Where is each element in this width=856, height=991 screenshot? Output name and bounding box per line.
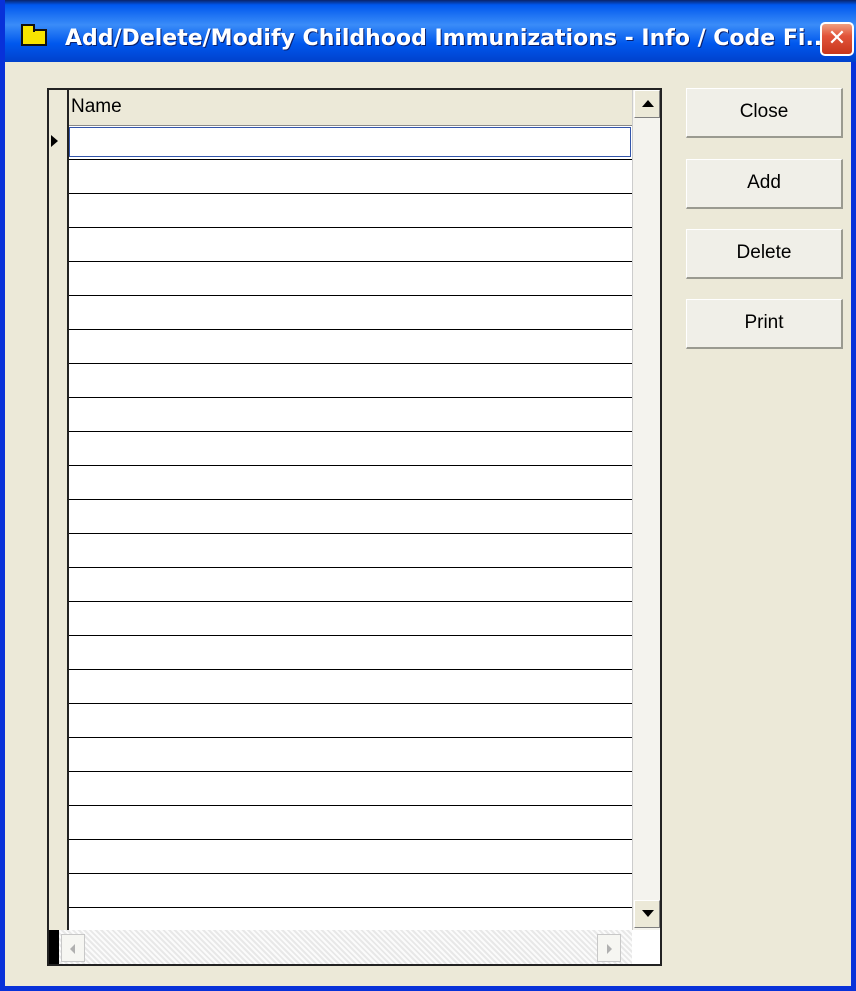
table-row[interactable]	[69, 500, 652, 534]
table-row[interactable]	[69, 704, 652, 738]
table-row[interactable]	[69, 636, 652, 670]
print-button[interactable]: Print	[686, 299, 843, 349]
immunizations-grid[interactable]: Name	[47, 88, 662, 966]
table-row[interactable]	[51, 126, 652, 160]
arrow-left-icon	[70, 944, 75, 954]
window-close-button[interactable]: ✕	[820, 22, 854, 56]
folder-icon	[21, 24, 47, 46]
record-selector-corner	[49, 930, 59, 964]
arrow-down-icon	[642, 910, 654, 917]
table-row[interactable]	[69, 772, 652, 806]
table-row[interactable]	[69, 602, 652, 636]
dialog-window: Add/Delete/Modify Childhood Immunization…	[0, 0, 856, 991]
table-row[interactable]	[69, 840, 652, 874]
table-row[interactable]	[69, 262, 652, 296]
close-button[interactable]: Close	[686, 88, 843, 138]
table-row[interactable]	[69, 160, 652, 194]
arrow-up-icon	[642, 100, 654, 107]
arrow-right-icon	[607, 944, 612, 954]
scroll-left-button[interactable]	[61, 934, 85, 962]
title-bar[interactable]: Add/Delete/Modify Childhood Immunization…	[5, 0, 856, 62]
table-row[interactable]	[69, 568, 652, 602]
grid-header: Name	[69, 90, 660, 126]
delete-button[interactable]: Delete	[686, 229, 843, 279]
scroll-up-button[interactable]	[634, 90, 660, 118]
grid-rows	[51, 126, 652, 942]
table-row[interactable]	[69, 398, 652, 432]
scroll-right-button[interactable]	[597, 934, 621, 962]
add-button[interactable]: Add	[686, 159, 843, 209]
horizontal-scrollbar[interactable]	[49, 930, 632, 964]
vertical-scrollbar[interactable]	[632, 90, 660, 930]
table-row[interactable]	[69, 228, 652, 262]
scrollbar-corner	[632, 930, 660, 964]
scroll-down-button[interactable]	[634, 900, 660, 928]
table-row[interactable]	[69, 432, 652, 466]
table-row[interactable]	[69, 364, 652, 398]
table-row[interactable]	[69, 534, 652, 568]
current-row-arrow-icon	[51, 135, 58, 147]
table-row[interactable]	[69, 330, 652, 364]
table-row[interactable]	[69, 806, 652, 840]
table-row[interactable]	[69, 296, 652, 330]
table-row[interactable]	[69, 738, 652, 772]
table-row[interactable]	[69, 194, 652, 228]
table-row[interactable]	[69, 670, 652, 704]
window-title: Add/Delete/Modify Childhood Immunization…	[65, 26, 820, 51]
column-header-name[interactable]: Name	[71, 96, 122, 118]
row-selector-column[interactable]	[49, 90, 69, 964]
table-row[interactable]	[69, 466, 652, 500]
table-row[interactable]	[69, 874, 652, 908]
name-cell-input[interactable]	[69, 127, 631, 157]
